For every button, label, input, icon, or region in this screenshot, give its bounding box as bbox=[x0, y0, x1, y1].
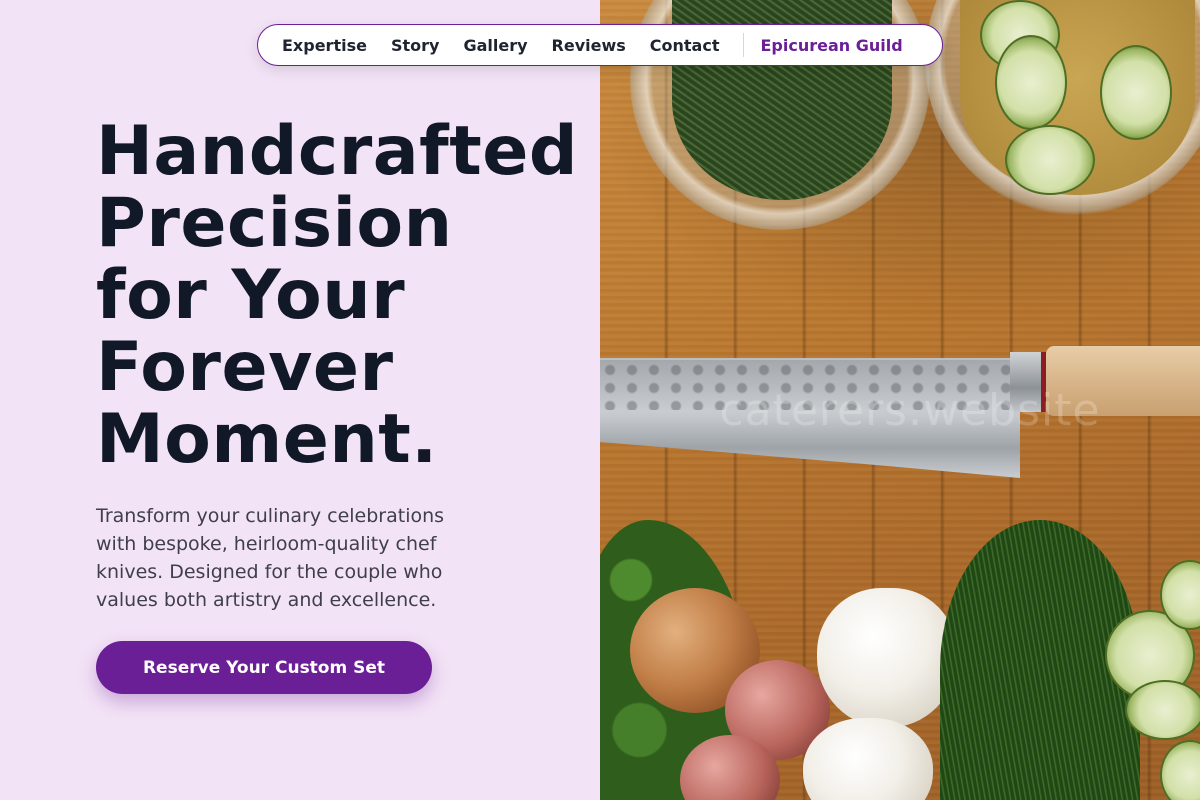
headline-line: Moment. bbox=[96, 400, 438, 479]
cucumber-slice bbox=[1100, 45, 1172, 140]
nav-divider bbox=[743, 33, 745, 57]
garlic-bulb bbox=[817, 588, 957, 728]
cucumber-slice bbox=[1125, 680, 1200, 740]
garlic-bulb bbox=[803, 718, 933, 800]
brand-link[interactable]: Epicurean Guild bbox=[760, 36, 902, 55]
headline-line: Precision bbox=[96, 184, 453, 263]
photo-watermark: caterers.website bbox=[719, 385, 1101, 436]
cucumber-slice bbox=[1005, 125, 1095, 195]
hero-subcopy: Transform your culinary celebrations wit… bbox=[96, 505, 445, 611]
reserve-custom-set-button[interactable]: Reserve Your Custom Set bbox=[96, 641, 432, 694]
page: Handcrafted Precision for Your Forever M… bbox=[0, 0, 1200, 800]
top-nav: Expertise Story Gallery Reviews Contact … bbox=[257, 24, 943, 66]
hero-photo: caterers.website bbox=[600, 0, 1200, 800]
headline-line: for Your bbox=[96, 256, 406, 335]
headline-line: Forever bbox=[96, 328, 394, 407]
nav-link-contact[interactable]: Contact bbox=[650, 36, 720, 55]
headline-line: Handcrafted bbox=[96, 112, 578, 191]
nav-link-expertise[interactable]: Expertise bbox=[282, 36, 367, 55]
nav-link-reviews[interactable]: Reviews bbox=[552, 36, 626, 55]
hero-headline: Handcrafted Precision for Your Forever M… bbox=[96, 116, 616, 476]
cucumber-slice bbox=[1160, 740, 1200, 800]
nav-link-story[interactable]: Story bbox=[391, 36, 439, 55]
nav-link-gallery[interactable]: Gallery bbox=[463, 36, 527, 55]
hero-text-panel: Handcrafted Precision for Your Forever M… bbox=[0, 0, 600, 800]
cucumber-slice bbox=[995, 35, 1067, 130]
